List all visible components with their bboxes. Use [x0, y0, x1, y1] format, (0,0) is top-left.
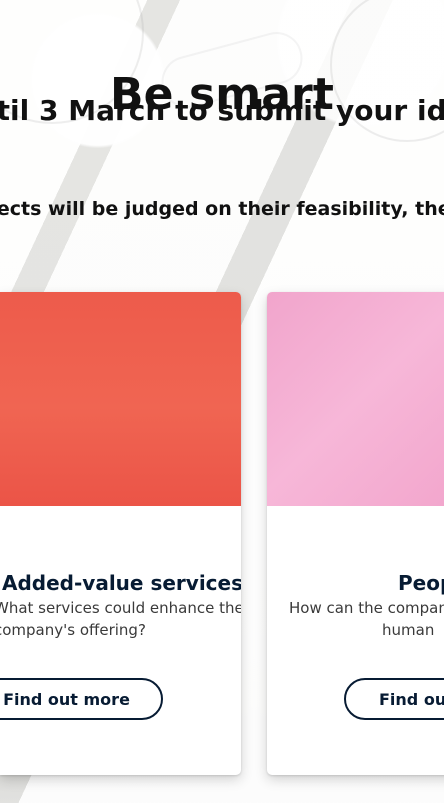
find-out-more-button-added-value-services[interactable]: Find out more [0, 678, 163, 720]
card-description-line-2: human [382, 621, 435, 639]
card-title: Added-value services [2, 570, 241, 595]
figurines-in-package-icon: spue [267, 292, 444, 506]
card-description: What services could enhance the company'… [0, 597, 241, 641]
judging-criteria: Projects will be judged on their feasibi… [0, 198, 444, 220]
card-description-line-1: What services could enhance the [0, 599, 241, 617]
page: Be smart Until 3 March to submit your id… [0, 0, 444, 803]
red-telephone-handset-icon [0, 292, 241, 506]
card-added-value-services: Added-value services What services could… [0, 292, 241, 775]
card-description-line-2: company's offering? [0, 621, 146, 639]
card-description-line-1: How can the company improve its [289, 599, 444, 617]
card-description: How can the company improve its human [289, 597, 444, 641]
bottom-fade [0, 773, 444, 803]
card-title: People [398, 570, 444, 595]
card-image-background [0, 292, 241, 506]
card-image-background [267, 292, 444, 506]
find-out-more-button-people[interactable]: Find out more [344, 678, 444, 720]
deadline-subtitle: Until 3 March to submit your ideas [0, 94, 444, 127]
card-people: spue [267, 292, 444, 775]
